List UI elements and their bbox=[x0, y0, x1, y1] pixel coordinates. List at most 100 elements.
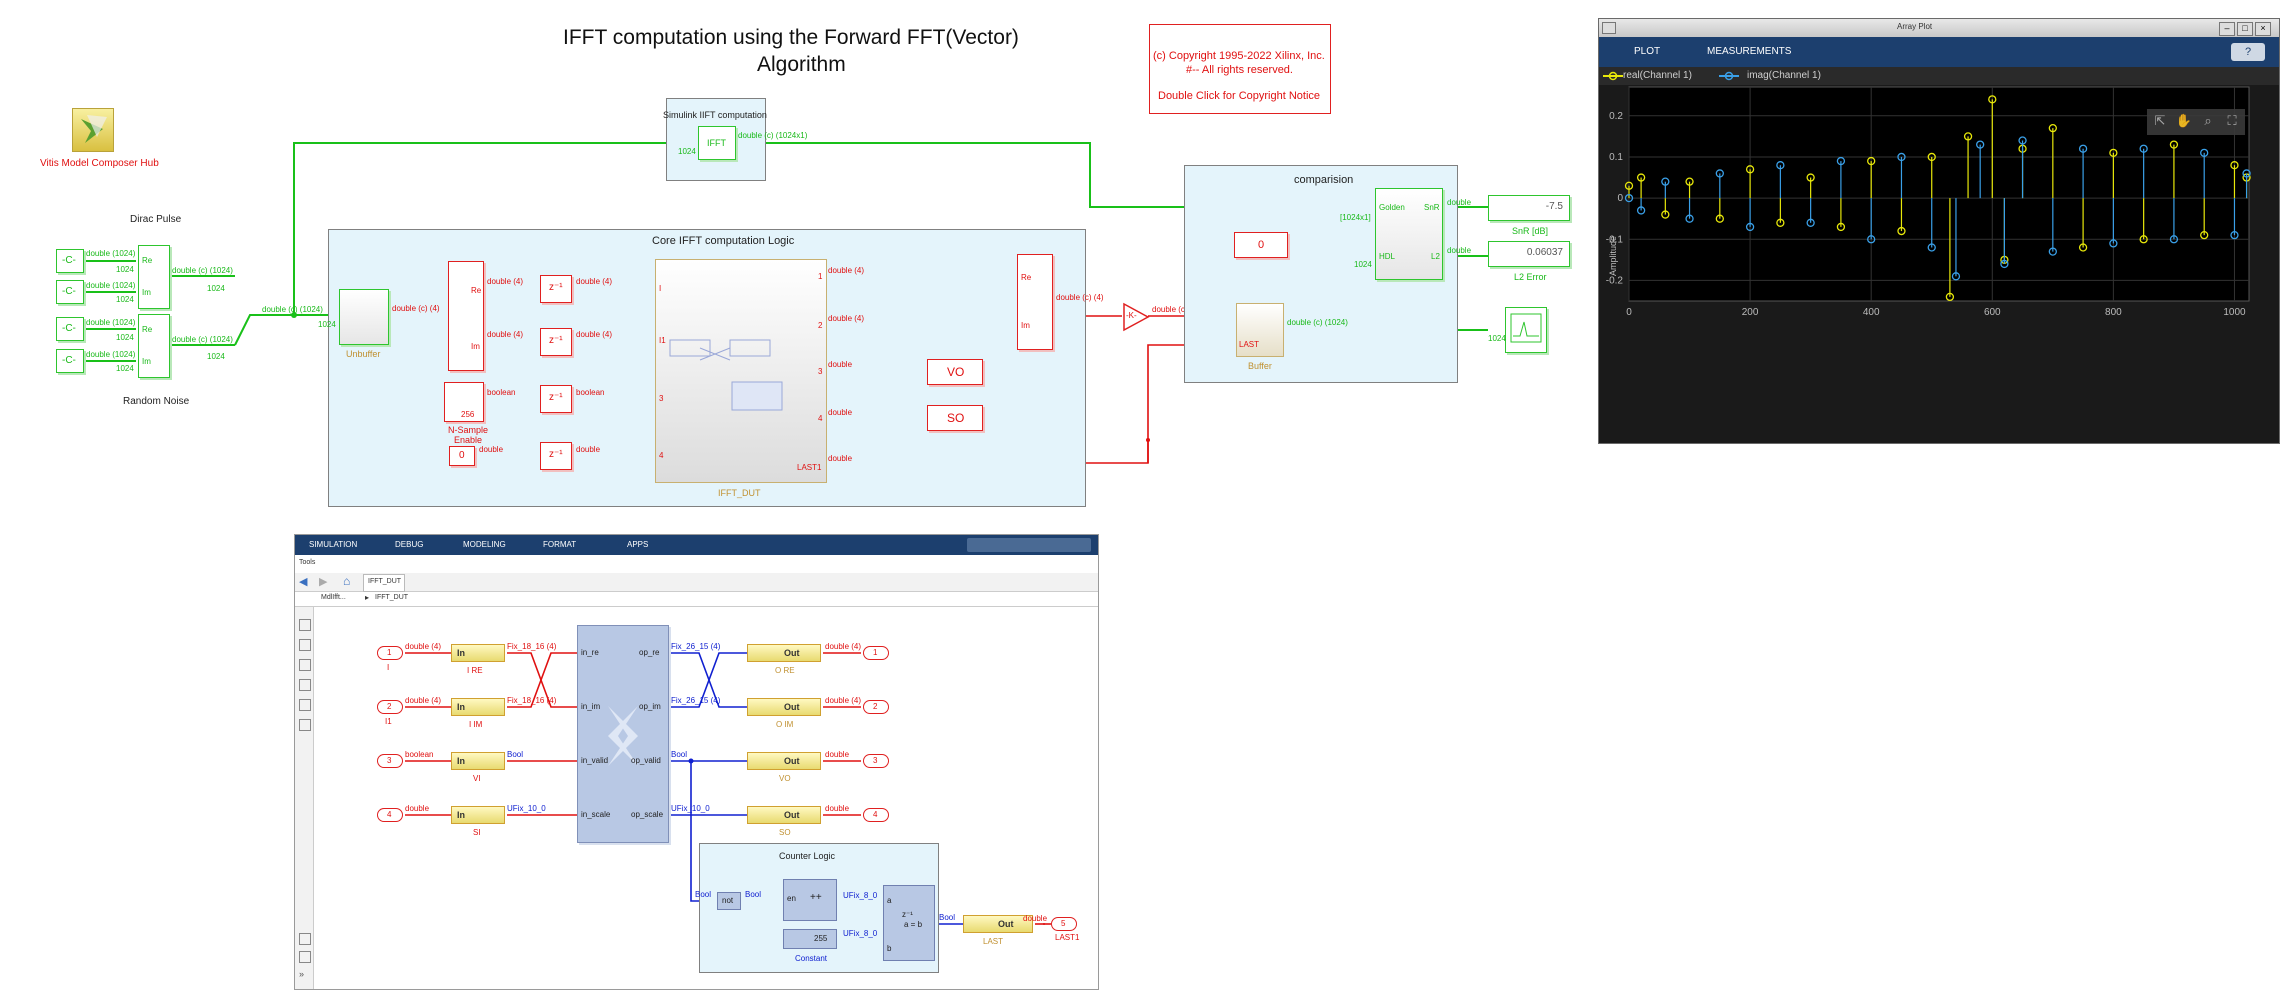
vo-goto-block[interactable]: VO bbox=[927, 359, 983, 385]
buffer-label: Buffer bbox=[1248, 361, 1272, 371]
sig-label: double (1024) bbox=[86, 281, 136, 290]
gateway-in-re[interactable]: In bbox=[451, 644, 505, 662]
delay-block-4[interactable]: z⁻¹ bbox=[540, 442, 572, 470]
sig-label: double (4) bbox=[405, 642, 442, 651]
outport-2[interactable]: 2 bbox=[863, 700, 889, 714]
sig-label: double bbox=[828, 408, 853, 417]
copyright-line2: #-- All rights reserved. bbox=[1186, 64, 1293, 76]
y-tick-label: 0.1 bbox=[1609, 152, 1623, 163]
nsample-enable-block[interactable]: 256 bbox=[444, 382, 484, 422]
fit-icon[interactable]: ⛶ bbox=[2223, 113, 2241, 131]
copyright-block[interactable]: (c) Copyright 1995-2022 Xilinx, Inc. #--… bbox=[1149, 24, 1331, 114]
so-goto-block[interactable]: SO bbox=[927, 405, 983, 431]
sig-label: double bbox=[825, 750, 850, 759]
gateway-in-re-label: I RE bbox=[467, 666, 483, 675]
array-plot-scope-block[interactable] bbox=[1505, 307, 1547, 353]
delay-block-1[interactable]: z⁻¹ bbox=[540, 275, 572, 303]
sig-label: double bbox=[1447, 198, 1472, 207]
snr-display[interactable]: -7.5 bbox=[1488, 195, 1570, 221]
ifft-block[interactable]: IFFT bbox=[698, 126, 736, 160]
gateway-out-im-label: O IM bbox=[776, 720, 794, 729]
array-plot-window: Array Plot – □ × PLOT MEASUREMENTS ? rea… bbox=[1598, 18, 2280, 444]
sig-label: double (c) (1024) bbox=[262, 305, 323, 314]
comparision-title: comparision bbox=[1294, 174, 1354, 186]
l2-display[interactable]: 0.06037 bbox=[1488, 241, 1570, 267]
gateway-out-re[interactable]: Out bbox=[747, 644, 821, 662]
gateway-out-im[interactable]: Out bbox=[747, 698, 821, 716]
model-title-line2: Algorithm bbox=[757, 53, 846, 76]
gateway-in-si[interactable]: In bbox=[451, 806, 505, 824]
y-tick-label: -0.1 bbox=[1606, 234, 1624, 245]
ifft-dut-block[interactable] bbox=[655, 259, 827, 483]
outport-5[interactable]: 5 bbox=[1051, 917, 1077, 931]
delay-block-2[interactable]: z⁻¹ bbox=[540, 328, 572, 356]
gateway-out-vo-label: VO bbox=[779, 774, 791, 783]
sig-label: 1024 bbox=[678, 147, 696, 156]
gateway-in-si-label: SI bbox=[473, 828, 481, 837]
random-label: Random Noise bbox=[123, 396, 190, 407]
sig-label: boolean bbox=[576, 388, 605, 397]
sig-label: double (4) bbox=[487, 330, 524, 339]
array-plot-chart[interactable]: 0 200 400 600 800 1000 0.2 0.1 0 -0.1 -0.2 bbox=[1599, 19, 2279, 443]
inverter-block[interactable]: not bbox=[717, 892, 741, 910]
simulink-title: Simulink IIFT computation bbox=[663, 110, 767, 120]
complex-to-re-im[interactable]: Re Im bbox=[448, 261, 484, 371]
sig-label: 1024 bbox=[207, 284, 225, 293]
dut-port-out-4: 4 bbox=[818, 414, 823, 423]
sig-label: double bbox=[576, 445, 601, 454]
inport-1[interactable]: 1 bbox=[377, 646, 403, 660]
sig-label: double (4) bbox=[487, 277, 524, 286]
sig-label: double bbox=[828, 454, 853, 463]
sig-label: double bbox=[825, 804, 850, 813]
constant-block-1[interactable]: -C- bbox=[56, 249, 84, 273]
sig-label: Bool bbox=[671, 750, 688, 759]
hub-icon[interactable] bbox=[72, 108, 114, 152]
inport-4[interactable]: 4 bbox=[377, 808, 403, 822]
sig-label: double (c) (4) bbox=[392, 304, 440, 313]
re-im-to-complex-2[interactable]: Re Im bbox=[138, 314, 170, 378]
sig-label: double (c) (1024x1) bbox=[738, 131, 808, 140]
gateway-in-vi[interactable]: In bbox=[451, 752, 505, 770]
sig-label: Fix_18_16 (4) bbox=[507, 696, 557, 705]
cursor-icon[interactable]: ⇱ bbox=[2151, 113, 2169, 131]
outport-1[interactable]: 1 bbox=[863, 646, 889, 660]
outport-3[interactable]: 3 bbox=[863, 754, 889, 768]
nsample-label: N-Sample Enable bbox=[447, 425, 488, 445]
zoom-icon[interactable]: ⌕ bbox=[2199, 113, 2217, 131]
constant-255-block[interactable]: 255 bbox=[783, 929, 837, 949]
zero-display-block[interactable]: 0 bbox=[1234, 232, 1288, 258]
inport-2[interactable]: 2 bbox=[377, 700, 403, 714]
constant-block-3[interactable]: -C- bbox=[56, 317, 84, 341]
sig-label: UFix_10_0 bbox=[507, 804, 546, 813]
compare-block[interactable]: Golden HDL SnR L2 bbox=[1375, 188, 1443, 280]
gateway-out-so[interactable]: Out bbox=[747, 806, 821, 824]
sig-label: double (4) bbox=[825, 642, 862, 651]
constant-block-4[interactable]: -C- bbox=[56, 349, 84, 373]
buffer-block[interactable]: LAST bbox=[1236, 303, 1284, 357]
pan-icon[interactable]: ✋ bbox=[2175, 113, 2193, 131]
sig-label: double (4) bbox=[828, 266, 865, 275]
sig-label: Fix_18_16 (4) bbox=[507, 642, 557, 651]
counter-block[interactable]: en ++ bbox=[783, 879, 837, 921]
delay-block-3[interactable]: z⁻¹ bbox=[540, 385, 572, 413]
sig-label: double bbox=[405, 804, 430, 813]
gateway-out-re-label: O RE bbox=[775, 666, 795, 675]
re-im-to-complex-1[interactable]: Re Im bbox=[138, 245, 170, 309]
sig-label: double (4) bbox=[825, 696, 862, 705]
re-im-to-complex-out[interactable]: Re Im bbox=[1017, 254, 1053, 350]
relational-block[interactable]: a z⁻¹ a = b b bbox=[883, 885, 935, 961]
dut-port-in-2: I1 bbox=[659, 336, 666, 345]
outport-4[interactable]: 4 bbox=[863, 808, 889, 822]
gateway-out-vo[interactable]: Out bbox=[747, 752, 821, 770]
snr-display-label: SnR [dB] bbox=[1512, 226, 1549, 236]
x-tick-label: 800 bbox=[2105, 307, 2122, 318]
sig-label: Bool bbox=[745, 890, 762, 899]
inport-3[interactable]: 3 bbox=[377, 754, 403, 768]
zero-constant-block[interactable]: 0 bbox=[449, 446, 475, 466]
gateway-in-im[interactable]: In bbox=[451, 698, 505, 716]
sig-label: 1024 bbox=[318, 320, 336, 329]
model-canvas: IFFT computation using the Forward FFT(V… bbox=[0, 0, 1600, 530]
sig-label: double bbox=[1023, 914, 1048, 923]
constant-block-2[interactable]: -C- bbox=[56, 280, 84, 304]
unbuffer-block[interactable] bbox=[339, 289, 389, 345]
